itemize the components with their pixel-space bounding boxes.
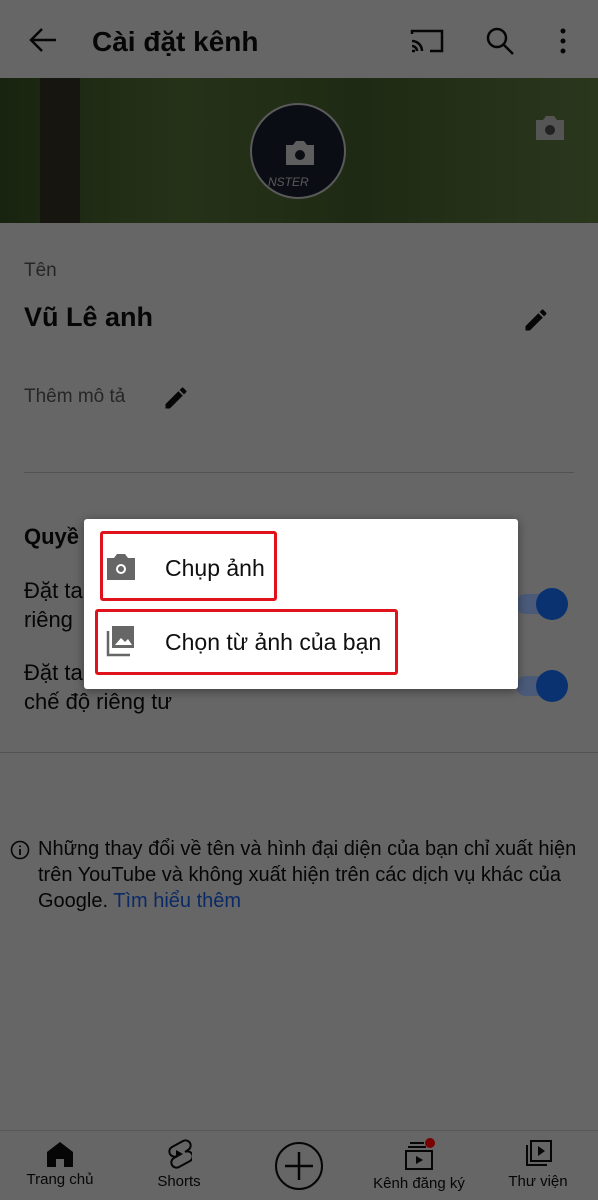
divider: [24, 472, 574, 473]
privacy-item-1-line1: Đặt ta: [24, 578, 83, 603]
nav-home[interactable]: Trang chủ: [5, 1141, 115, 1188]
notification-dot: [425, 1138, 435, 1148]
shorts-icon: [168, 1139, 192, 1169]
divider: [0, 752, 598, 753]
cast-icon[interactable]: [410, 28, 444, 54]
avatar[interactable]: NSTER: [250, 103, 346, 199]
highlight-box: [100, 531, 277, 601]
highlight-box: [95, 609, 398, 675]
info-text: Những thay đổi về tên và hình đại diện c…: [38, 838, 577, 912]
privacy-item-2-line1: Đặt ta: [24, 660, 83, 685]
more-vert-icon[interactable]: [558, 28, 568, 54]
privacy-toggle-1[interactable]: [516, 588, 568, 620]
privacy-toggle-2[interactable]: [516, 670, 568, 702]
home-icon: [47, 1142, 73, 1167]
subscriptions-icon: [405, 1138, 435, 1170]
page-title: Cài đặt kênh: [92, 26, 259, 57]
privacy-item-2-line2: chế độ riêng tư: [24, 689, 173, 714]
info-icon: [10, 840, 30, 860]
banner-image: [40, 78, 80, 223]
search-icon[interactable]: [485, 26, 515, 56]
channel-name: Vũ Lê anh: [24, 302, 154, 332]
privacy-item-1-line2: riêng: [24, 607, 73, 632]
edit-icon[interactable]: [522, 306, 550, 334]
nav-create[interactable]: [244, 1141, 354, 1195]
edit-icon[interactable]: [162, 384, 190, 412]
nav-library[interactable]: Thư viện: [483, 1139, 593, 1190]
description-placeholder[interactable]: Thêm mô tả: [24, 386, 125, 408]
library-icon: [526, 1140, 552, 1166]
camera-icon[interactable]: [534, 114, 566, 142]
privacy-heading: Quyề: [24, 524, 80, 549]
learn-more-link[interactable]: Tìm hiểu thêm: [113, 890, 241, 912]
nav-subscriptions[interactable]: Kênh đăng ký: [364, 1137, 474, 1192]
add-icon: [275, 1142, 323, 1190]
arrow-left-icon[interactable]: [28, 26, 58, 54]
nav-shorts[interactable]: Shorts: [124, 1139, 234, 1190]
bottom-nav: Trang chủ Shorts Kênh đăng ký Thư viện: [0, 1130, 598, 1200]
avatar-text: NSTER: [268, 175, 309, 189]
camera-icon: [286, 141, 314, 165]
app-header: Cài đặt kênh: [0, 0, 598, 78]
name-label: Tên: [24, 260, 57, 281]
